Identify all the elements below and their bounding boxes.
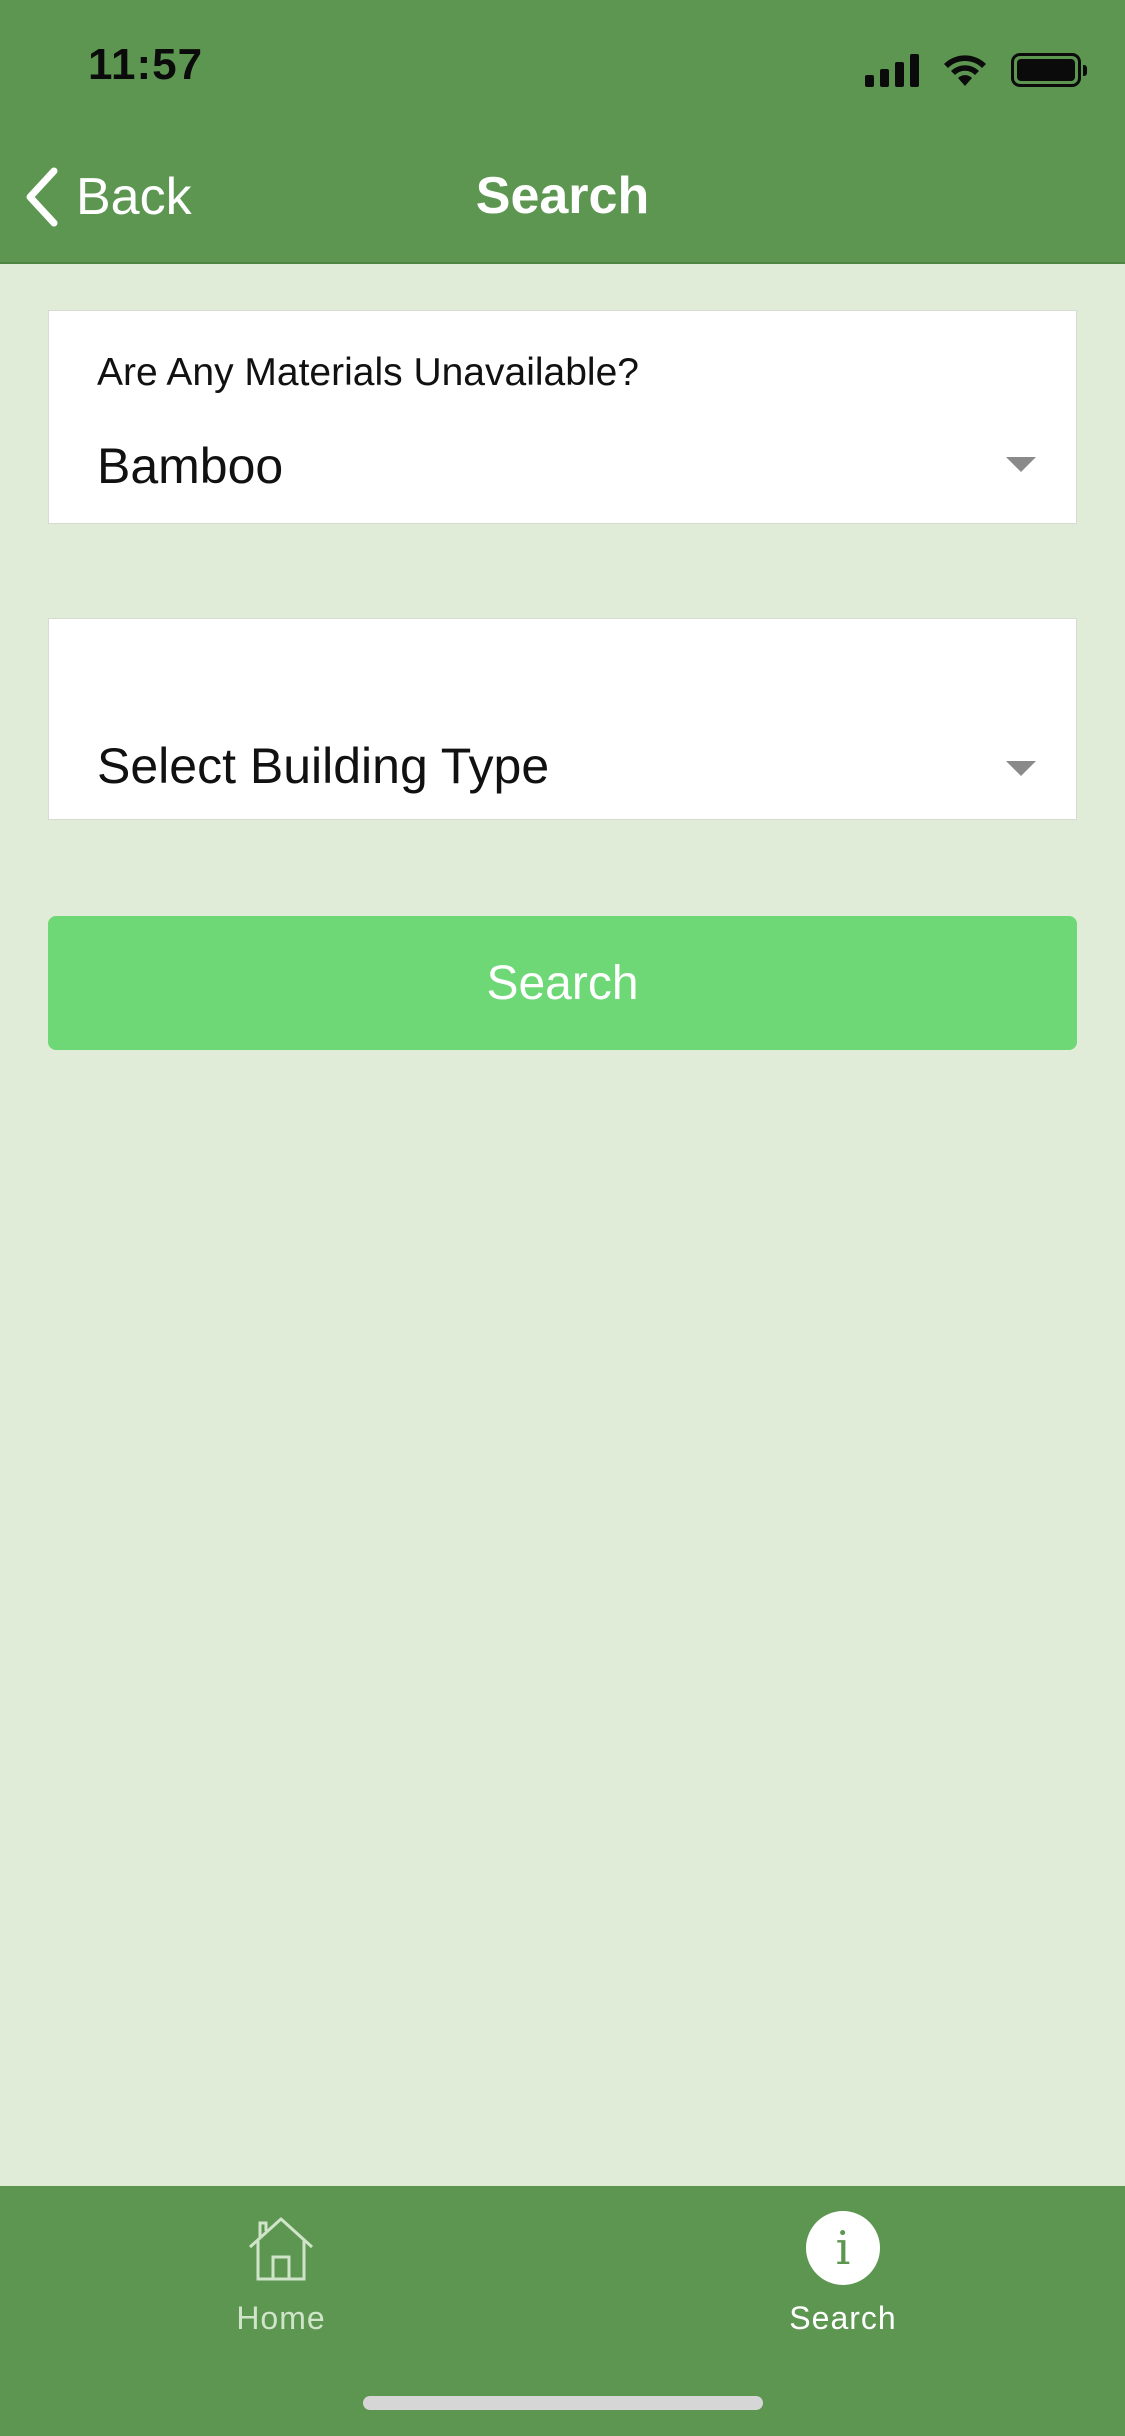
building-type-placeholder: Select Building Type — [97, 738, 550, 794]
chevron-down-icon — [1006, 761, 1036, 776]
nav-bar: Back Search — [0, 132, 1125, 264]
status-icons — [865, 50, 1087, 90]
building-type-select[interactable]: Select Building Type — [48, 618, 1077, 820]
status-time: 11:57 — [88, 40, 204, 89]
tab-home-label: Home — [236, 2300, 326, 2336]
home-indicator — [363, 2396, 763, 2410]
search-button[interactable]: Search — [48, 916, 1077, 1050]
page-title: Search — [475, 167, 650, 225]
materials-field-label: Are Any Materials Unavailable? — [97, 351, 639, 394]
battery-icon — [1011, 53, 1087, 87]
info-icon: i — [806, 2211, 880, 2285]
materials-selected-value: Bamboo — [97, 438, 284, 494]
tab-home[interactable]: Home — [181, 2210, 381, 2337]
signal-icon — [865, 53, 919, 87]
materials-unavailable-select[interactable]: Are Any Materials Unavailable? Bamboo — [48, 310, 1077, 524]
tab-search[interactable]: i Search — [743, 2210, 943, 2337]
tab-search-label: Search — [789, 2300, 897, 2336]
wifi-icon — [944, 55, 986, 86]
status-bar: 11:57 — [0, 0, 1125, 132]
chevron-down-icon — [1006, 457, 1036, 472]
home-icon — [248, 2217, 314, 2281]
